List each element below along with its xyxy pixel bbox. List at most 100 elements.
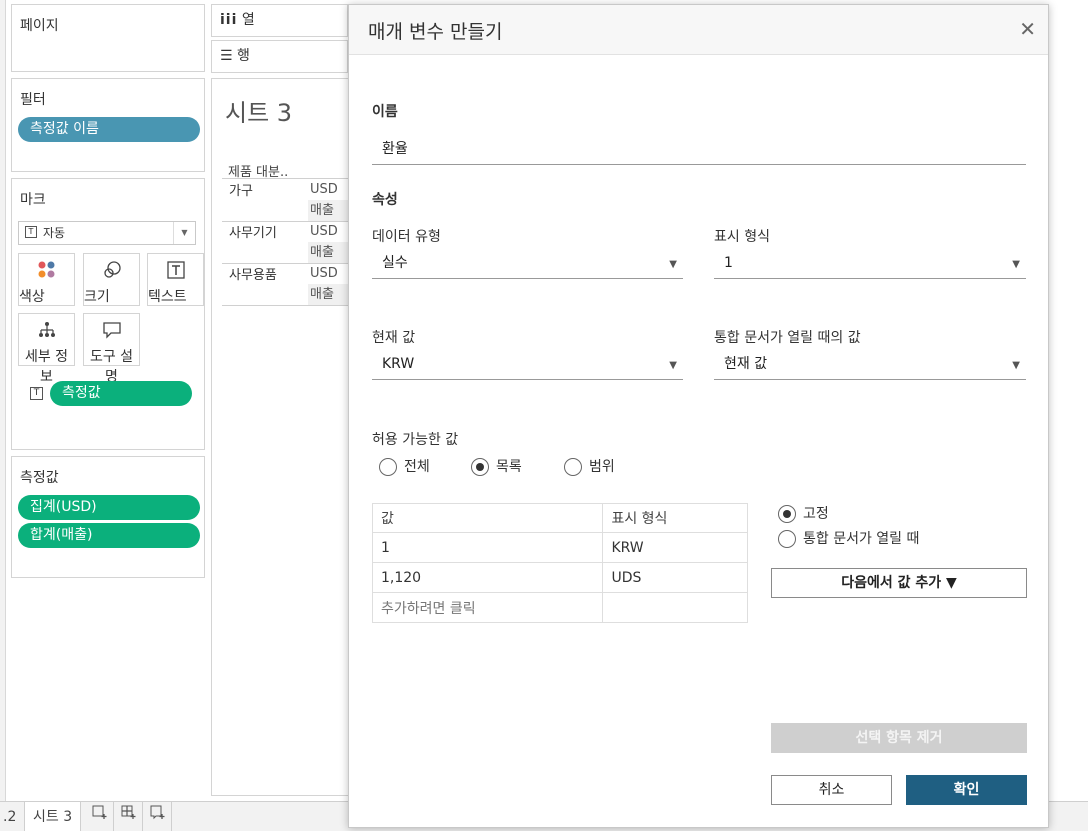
radio-dot — [379, 458, 397, 476]
dialog-title: 매개 변수 만들기 — [368, 21, 503, 43]
sheet-row-category[interactable]: 사무용품 — [229, 264, 277, 283]
chevron-down-icon: ▼ — [669, 360, 677, 371]
sheet-tab-previous[interactable]: .2 — [3, 802, 16, 831]
filters-shelf-title: 필터 — [20, 92, 46, 108]
open-value-select[interactable]: 현재 값 ▼ — [714, 352, 1026, 380]
table-cell-value[interactable]: 1,120 — [371, 562, 604, 593]
data-type-value: 실수 — [382, 255, 408, 271]
allowable-all-label: 전체 — [404, 459, 430, 475]
chevron-down-icon: ▼ — [1012, 360, 1020, 371]
cancel-button[interactable]: 취소 — [771, 775, 892, 805]
mark-type-value: 자동 — [43, 226, 66, 240]
data-type-label: 데이터 유형 — [372, 229, 441, 245]
measure-pill-sales[interactable]: 합계(매출) — [18, 523, 200, 548]
table-cell-display[interactable]: KRW — [602, 532, 748, 563]
size-button[interactable]: 크기 — [83, 253, 140, 306]
sheet-cell-measure: USD — [310, 266, 338, 281]
name-input[interactable]: 환율 — [372, 137, 1026, 165]
display-format-label: 표시 형식 — [714, 229, 770, 245]
tooltip-bubble-icon — [84, 320, 139, 346]
color-button[interactable]: 색상 — [18, 253, 75, 306]
display-format-select[interactable]: 1 ▼ — [714, 251, 1026, 279]
color-dots-icon — [19, 260, 74, 286]
size-button-label: 크기 — [84, 289, 110, 305]
text-icon — [148, 260, 203, 286]
radio-dot-selected — [778, 505, 796, 523]
filters-shelf[interactable]: 필터 측정값 이름 — [11, 78, 205, 172]
left-collapse-strip — [0, 0, 6, 801]
measure-values-shelf: 측정값 집계(USD) 합계(매출) — [11, 456, 205, 578]
measure-values-title: 측정값 — [20, 470, 59, 486]
sheet-title: 시트 3 — [225, 99, 293, 127]
close-icon[interactable]: ✕ — [1019, 17, 1036, 41]
ok-button[interactable]: 확인 — [906, 775, 1027, 805]
data-type-select[interactable]: 실수 ▼ — [372, 251, 683, 279]
create-parameter-dialog: 매개 변수 만들기 ✕ 이름 환율 속성 데이터 유형 실수 ▼ 표시 형식 1… — [348, 4, 1049, 828]
table-cell-empty[interactable] — [602, 592, 748, 623]
open-value-label: 통합 문서가 열릴 때의 값 — [714, 330, 861, 346]
text-mark-icon: T — [30, 387, 43, 400]
name-label: 이름 — [372, 104, 398, 120]
marks-card: 마크 T 자동 ▼ 색상 크기 텍스트 세부 정보 도구 설명 T 측정값 — [11, 178, 205, 450]
sheet-cell-measure: USD — [310, 182, 338, 197]
marks-card-title: 마크 — [20, 192, 46, 208]
current-value-value: KRW — [382, 356, 415, 372]
table-cell-value[interactable]: 1 — [371, 532, 604, 563]
sheet-cell-measure: USD — [310, 224, 338, 239]
table-row-add[interactable]: 추가하려면 클릭 — [371, 592, 748, 623]
detail-tree-icon — [19, 320, 74, 346]
column-header-value: 값 — [371, 503, 604, 533]
new-story-icon[interactable] — [144, 802, 172, 831]
remove-selected-button[interactable]: 선택 항목 제거 — [771, 723, 1027, 753]
rows-shelf-label: 행 — [237, 48, 250, 64]
text-mark-icon: T — [25, 226, 37, 238]
properties-label: 속성 — [372, 192, 398, 208]
table-row[interactable]: 1 KRW — [371, 532, 748, 563]
sheet-row-category[interactable]: 사무기기 — [229, 222, 277, 241]
text-pill-measure-values[interactable]: 측정값 — [50, 381, 192, 406]
sheet-view[interactable]: 시트 3 제품 대분.. 가구 USD 매출 사무기기 USD 매출 사무용품 … — [211, 78, 351, 796]
rows-shelf[interactable]: ☰ 행 — [211, 40, 348, 73]
open-value-value: 현재 값 — [724, 356, 768, 372]
table-cell-display[interactable]: UDS — [602, 562, 748, 593]
columns-icon: iii — [220, 12, 238, 28]
text-button-label: 텍스트 — [148, 289, 187, 305]
tooltip-button[interactable]: 도구 설명 — [83, 313, 140, 385]
divider — [222, 305, 348, 306]
columns-shelf-label: 열 — [241, 12, 255, 28]
add-value-placeholder[interactable]: 추가하려면 클릭 — [371, 592, 604, 623]
sheet-row-category[interactable]: 가구 — [229, 180, 253, 199]
detail-button[interactable]: 세부 정보 — [18, 313, 75, 385]
radio-dot-selected — [471, 458, 489, 476]
pages-shelf[interactable]: 페이지 — [11, 4, 205, 72]
display-format-value: 1 — [724, 255, 733, 271]
mark-type-select[interactable]: T 자동 ▼ — [18, 221, 196, 245]
detail-button-label: 세부 정보 — [24, 349, 69, 385]
text-button[interactable]: 텍스트 — [147, 253, 204, 306]
current-value-select[interactable]: KRW ▼ — [372, 352, 683, 380]
pages-shelf-title: 페이지 — [20, 18, 59, 34]
sheet-tab-active[interactable]: 시트 3 — [24, 802, 82, 831]
column-header-display: 표시 형식 — [602, 503, 748, 533]
measure-pill-usd[interactable]: 집계(USD) — [18, 495, 200, 520]
table-row[interactable]: 1,120 UDS — [371, 562, 748, 593]
chevron-down-icon: ▼ — [1012, 259, 1020, 270]
name-value: 환율 — [382, 141, 408, 157]
radio-dot — [564, 458, 582, 476]
tooltip-button-label: 도구 설명 — [89, 349, 134, 385]
dialog-header: 매개 변수 만들기 ✕ — [349, 5, 1048, 55]
sheet-cell-measure: 매출 — [308, 284, 348, 305]
add-values-from-button[interactable]: 다음에서 값 추가 ▼ — [771, 568, 1027, 598]
allowable-range-label: 범위 — [589, 459, 615, 475]
filter-pill-measure-names[interactable]: 측정값 이름 — [18, 117, 200, 142]
new-worksheet-icon[interactable] — [86, 802, 114, 831]
columns-shelf[interactable]: iii 열 — [211, 4, 348, 37]
sheet-cell-measure: 매출 — [308, 200, 348, 221]
table-header-row: 값 표시 형식 — [371, 503, 748, 533]
color-button-label: 색상 — [19, 289, 45, 305]
chevron-down-icon: ▼ — [173, 222, 195, 244]
new-dashboard-icon[interactable] — [115, 802, 143, 831]
sheet-cell-measure: 매출 — [308, 242, 348, 263]
fixed-label: 고정 — [803, 506, 829, 522]
allowable-list-label: 목록 — [496, 459, 522, 475]
